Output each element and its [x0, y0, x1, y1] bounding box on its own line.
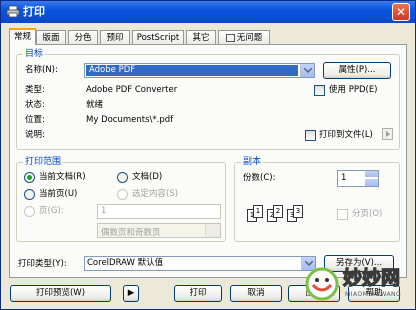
current-page-label: 当前页(U) [39, 189, 78, 199]
print-to-file-checkbox[interactable] [305, 130, 316, 141]
pages-input[interactable]: 1 [97, 204, 221, 219]
print-preview-button[interactable]: 打印预览(W) [10, 285, 111, 302]
selection-label: 选定内容(S) [132, 189, 179, 199]
status-value: 就绪 [86, 100, 104, 110]
printer-icon [6, 5, 20, 18]
use-ppd-label: 使用 PPD(E) [329, 85, 378, 95]
spin-up-icon[interactable] [365, 171, 378, 178]
double-arrow-icon: ▶ [127, 288, 135, 298]
spin-down-icon[interactable] [365, 179, 378, 186]
collate-checkbox[interactable] [337, 209, 348, 220]
print-range-group: 打印范围 当前文档(R) 文档(D) 当前页(U) 选定内容(S) 页(G): … [16, 156, 226, 242]
printer-select[interactable]: Adobe PDF [84, 63, 315, 78]
general-panel: 目标 名称(N): Adobe PDF 属性(P)... 类型: Adobe P… [9, 44, 407, 278]
pages-radio[interactable] [24, 206, 35, 217]
watermark-text: 妙妙网 [342, 266, 401, 289]
documents-radio[interactable] [117, 172, 128, 183]
dialog-title: 打印 [23, 5, 45, 18]
copies-group: 副本 份数(C): 1 1 1 2 2 3 3 分页(O) [234, 156, 400, 242]
even-odd-select[interactable]: 偶数页和奇数页 [97, 223, 221, 238]
smiley-logo-icon [305, 267, 339, 301]
type-label: 类型: [25, 85, 45, 95]
title-bar[interactable]: 打印 ✕ [1, 1, 415, 23]
destination-group: 目标 名称(N): Adobe PDF 属性(P)... 类型: Adobe P… [16, 48, 400, 150]
documents-label: 文档(D) [132, 172, 163, 182]
print-to-file-label: 打印到文件(L) [319, 130, 373, 140]
destination-group-title: 目标 [23, 48, 46, 60]
tab-layout[interactable]: 版面 [36, 30, 66, 44]
site-watermark: 妙妙网 MIAOMIAOWANG [303, 263, 413, 307]
tab-general[interactable]: 常规 [9, 28, 36, 45]
type-value: Adobe PDF Converter [86, 85, 178, 95]
current-document-label: 当前文档(R) [39, 172, 86, 182]
arrow-right-icon [386, 131, 390, 137]
close-button[interactable]: ✕ [392, 3, 410, 21]
close-icon: ✕ [395, 5, 407, 19]
print-button[interactable]: 打印 [174, 285, 222, 302]
watermark-subtext: MIAOMIAOWANG [345, 291, 402, 298]
printer-name-label: 名称(N): [25, 65, 58, 75]
current-page-radio[interactable] [24, 189, 35, 200]
chevron-down-icon [205, 224, 220, 237]
tab-postscript[interactable]: PostScript [132, 30, 184, 44]
location-label: 位置: [25, 115, 45, 125]
print-dialog: 打印 ✕ 常规 版面 分色 预印 PostScript 其它 无问题 目标 名称… [0, 0, 416, 310]
collate-label: 分页(O) [352, 209, 383, 219]
copies-count-label: 份数(C): [243, 173, 276, 183]
print-style-select[interactable]: CorelDRAW 默认值 [84, 256, 316, 271]
comment-label: 说明: [25, 130, 45, 140]
use-ppd-checkbox[interactable] [314, 85, 325, 96]
properties-button[interactable]: 属性(P)... [323, 62, 391, 79]
selection-radio[interactable] [117, 189, 128, 200]
file-options-button[interactable] [382, 128, 393, 140]
cancel-button[interactable]: 取消 [230, 285, 282, 302]
location-value: My Documents\*.pdf [86, 115, 174, 125]
tab-no-issues[interactable]: 无问题 [218, 30, 270, 44]
status-label: 状态: [25, 100, 45, 110]
pages-label: 页(G): [39, 206, 64, 216]
chevron-down-icon [300, 64, 314, 77]
current-document-radio[interactable] [24, 172, 35, 183]
expand-preview-button[interactable]: ▶ [123, 285, 139, 302]
print-range-title: 打印范围 [23, 156, 64, 168]
print-style-label: 打印类型(Y): [18, 259, 67, 269]
tab-prepress[interactable]: 预印 [100, 30, 130, 44]
collate-preview-icon: 1 1 2 2 3 3 [247, 203, 311, 225]
copies-stepper[interactable]: 1 [337, 170, 379, 187]
issues-icon [225, 33, 235, 42]
tab-misc[interactable]: 其它 [186, 30, 216, 44]
tab-separations[interactable]: 分色 [68, 30, 98, 44]
copies-title: 副本 [241, 156, 264, 168]
